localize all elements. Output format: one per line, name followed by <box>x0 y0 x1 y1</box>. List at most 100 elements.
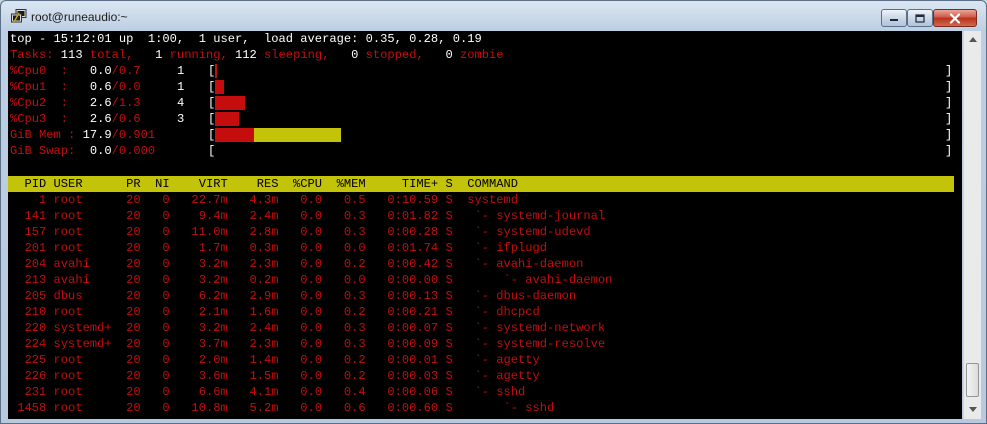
table-row: 224 systemd+ 20 0 3.7m 2.3m 0.0 0.3 0:00… <box>10 336 606 352</box>
process-table-header: PID USER PR NI VIRT RES %CPU %MEM TIME+ … <box>8 176 954 192</box>
tasks-running: 1 <box>133 48 163 62</box>
cpu-separator: / <box>111 64 119 78</box>
cpu-count: 1 <box>140 80 185 94</box>
process-row-text: 201 root 20 0 1.7m 0.3m 0.0 0.0 0:01.74 … <box>10 241 548 255</box>
table-row: 220 systemd+ 20 0 3.2m 2.4m 0.0 0.3 0:00… <box>10 320 606 336</box>
title-bar[interactable]: root@runeaudio:~ <box>1 1 986 31</box>
cpu-usage-bar <box>215 112 239 126</box>
process-row-text: 220 systemd+ 20 0 3.2m 2.4m 0.0 0.3 0:00… <box>10 321 606 335</box>
table-row: 1458 root 20 0 10.8m 5.2m 0.0 0.6 0:00.6… <box>10 400 554 416</box>
process-row-text: 210 root 20 0 2.1m 1.6m 0.0 0.2 0:00.21 … <box>10 305 540 319</box>
cpu-user-percent: 0.6 <box>68 80 112 94</box>
cpu-separator: / <box>111 112 119 126</box>
minimize-icon <box>890 19 898 21</box>
cpu-system-percent: 0.6 <box>118 112 141 126</box>
memory-cache-bar <box>254 128 341 142</box>
memory-used-bar <box>215 128 254 142</box>
cpu-separator: / <box>111 96 119 110</box>
process-row-text: 225 root 20 0 2.0m 1.4m 0.0 0.2 0:00.01 … <box>10 353 540 367</box>
tasks-stopped: 0 <box>329 48 359 62</box>
cpu-user-percent: 2.6 <box>68 96 112 110</box>
cpu-system-percent: 1.3 <box>118 96 141 110</box>
cpu-label: %Cpu1 : <box>10 80 69 94</box>
arrow-down-icon <box>968 407 977 412</box>
table-row: 141 root 20 0 9.4m 2.4m 0.0 0.3 0:01.82 … <box>10 208 606 224</box>
process-row-text: 141 root 20 0 9.4m 2.4m 0.0 0.3 0:01.82 … <box>10 209 606 223</box>
arrow-up-icon <box>968 37 977 42</box>
table-row: 231 root 20 0 6.6m 4.1m 0.0 0.4 0:00.06 … <box>10 384 526 400</box>
tasks-zombie: 0 <box>423 48 453 62</box>
cpu-label: %Cpu3 : <box>10 112 69 126</box>
terminal-screen[interactable]: top - 15:12:01 up 1:00, 1 user, load ave… <box>8 31 962 419</box>
scroll-up-button[interactable] <box>964 31 981 48</box>
meter-close-bracket: ] <box>945 80 953 94</box>
scroll-down-button[interactable] <box>964 401 981 418</box>
close-button[interactable] <box>933 9 977 27</box>
meter-close-bracket: ] <box>945 112 953 126</box>
table-row: 1 root 20 0 22.7m 4.3m 0.0 0.5 0:10.59 S… <box>10 192 518 208</box>
tasks-zombie-label: zombie <box>452 48 504 62</box>
meter-close-bracket: ] <box>945 144 953 158</box>
cpu-count: 3 <box>140 112 185 126</box>
cpu-system-percent: 0.7 <box>118 64 141 78</box>
memory-separator: / <box>111 128 119 142</box>
cpu-line: %Cpu3 : 2.6/0.6 3 <box>10 111 184 127</box>
swap-used: 0.0 <box>75 144 112 158</box>
cpu-count: 4 <box>140 96 185 110</box>
cpu-system-percent: 0.0 <box>118 80 141 94</box>
cpu-usage-bar <box>215 96 245 110</box>
tasks-running-label: running, <box>162 48 228 62</box>
tasks-total: 113 <box>53 48 83 62</box>
table-row: 204 avahi 20 0 3.2m 2.3m 0.0 0.2 0:00.42… <box>10 256 584 272</box>
process-row-text: 224 systemd+ 20 0 3.7m 2.3m 0.0 0.3 0:00… <box>10 337 606 351</box>
maximize-button[interactable] <box>907 9 933 27</box>
cpu-line: %Cpu1 : 0.6/0.0 1 <box>10 79 184 95</box>
meter-open-bracket: [ <box>208 144 216 158</box>
cpu-usage-bar <box>215 64 217 78</box>
minimize-button[interactable] <box>881 9 907 27</box>
scrollbar-thumb[interactable] <box>966 363 979 397</box>
vertical-scrollbar[interactable] <box>963 31 981 419</box>
table-row: 210 root 20 0 2.1m 1.6m 0.0 0.2 0:00.21 … <box>10 304 540 320</box>
process-row-text: 1458 root 20 0 10.8m 5.2m 0.0 0.6 0:00.6… <box>10 401 555 415</box>
uptime-line: top - 15:12:01 up 1:00, 1 user, load ave… <box>10 32 482 46</box>
putty-terminal-icon[interactable] <box>11 9 27 23</box>
cpu-user-percent: 0.0 <box>68 64 112 78</box>
window-title: root@runeaudio:~ <box>31 10 128 24</box>
table-row: 213 avahi 20 0 3.2m 0.2m 0.0 0.0 0:00.00… <box>10 272 613 288</box>
meter-close-bracket: ] <box>945 64 953 78</box>
table-row: 226 root 20 0 3.6m 1.5m 0.0 0.2 0:00.03 … <box>10 368 540 384</box>
cpu-user-percent: 2.6 <box>68 112 112 126</box>
cpu-separator: / <box>111 80 119 94</box>
cpu-count: 1 <box>140 64 185 78</box>
table-row: 201 root 20 0 1.7m 0.3m 0.0 0.0 0:01.74 … <box>10 240 548 256</box>
cpu-line: %Cpu0 : 0.0/0.7 1 <box>10 63 184 79</box>
process-row-text: 213 avahi 20 0 3.2m 0.2m 0.0 0.0 0:00.00… <box>10 273 613 287</box>
cpu-usage-bar <box>215 80 224 94</box>
process-row-text: 231 root 20 0 6.6m 4.1m 0.0 0.4 0:00.06 … <box>10 385 526 399</box>
tasks-stopped-label: stopped, <box>358 48 424 62</box>
memory-total: 0.901 <box>118 128 156 142</box>
terminal-window: root@runeaudio:~ top - 15:12:01 up 1:00,… <box>0 0 987 424</box>
maximize-icon <box>915 13 925 23</box>
tasks-total-label: total, <box>82 48 134 62</box>
swap-separator: / <box>111 144 119 158</box>
table-row: 205 dbus 20 0 6.2m 2.9m 0.0 0.3 0:00.13 … <box>10 288 577 304</box>
meter-close-bracket: ] <box>945 96 953 110</box>
process-row-text: 226 root 20 0 3.6m 1.5m 0.0 0.2 0:00.03 … <box>10 369 540 383</box>
memory-label: GiB Mem : <box>10 128 76 142</box>
process-row-text: 204 avahi 20 0 3.2m 2.3m 0.0 0.2 0:00.42… <box>10 257 584 271</box>
tasks-sleeping-label: sleeping, <box>256 48 330 62</box>
cpu-line: %Cpu2 : 2.6/1.3 4 <box>10 95 184 111</box>
tasks-label: Tasks: <box>10 48 54 62</box>
swap-label: GiB Swap: <box>10 144 76 158</box>
close-icon <box>949 12 961 24</box>
process-row-text: 1 root 20 0 22.7m 4.3m 0.0 0.5 0:10.59 S… <box>10 193 519 207</box>
process-row-text: 205 dbus 20 0 6.2m 2.9m 0.0 0.3 0:00.13 … <box>10 289 577 303</box>
cpu-label: %Cpu0 : <box>10 64 69 78</box>
memory-line: GiB Mem : 17.9/0.901 <box>10 127 155 143</box>
cpu-label: %Cpu2 : <box>10 96 69 110</box>
process-row-text: 157 root 20 0 11.0m 2.8m 0.0 0.3 0:00.28… <box>10 225 591 239</box>
tasks-sleeping: 112 <box>227 48 257 62</box>
meter-close-bracket: ] <box>945 128 953 142</box>
